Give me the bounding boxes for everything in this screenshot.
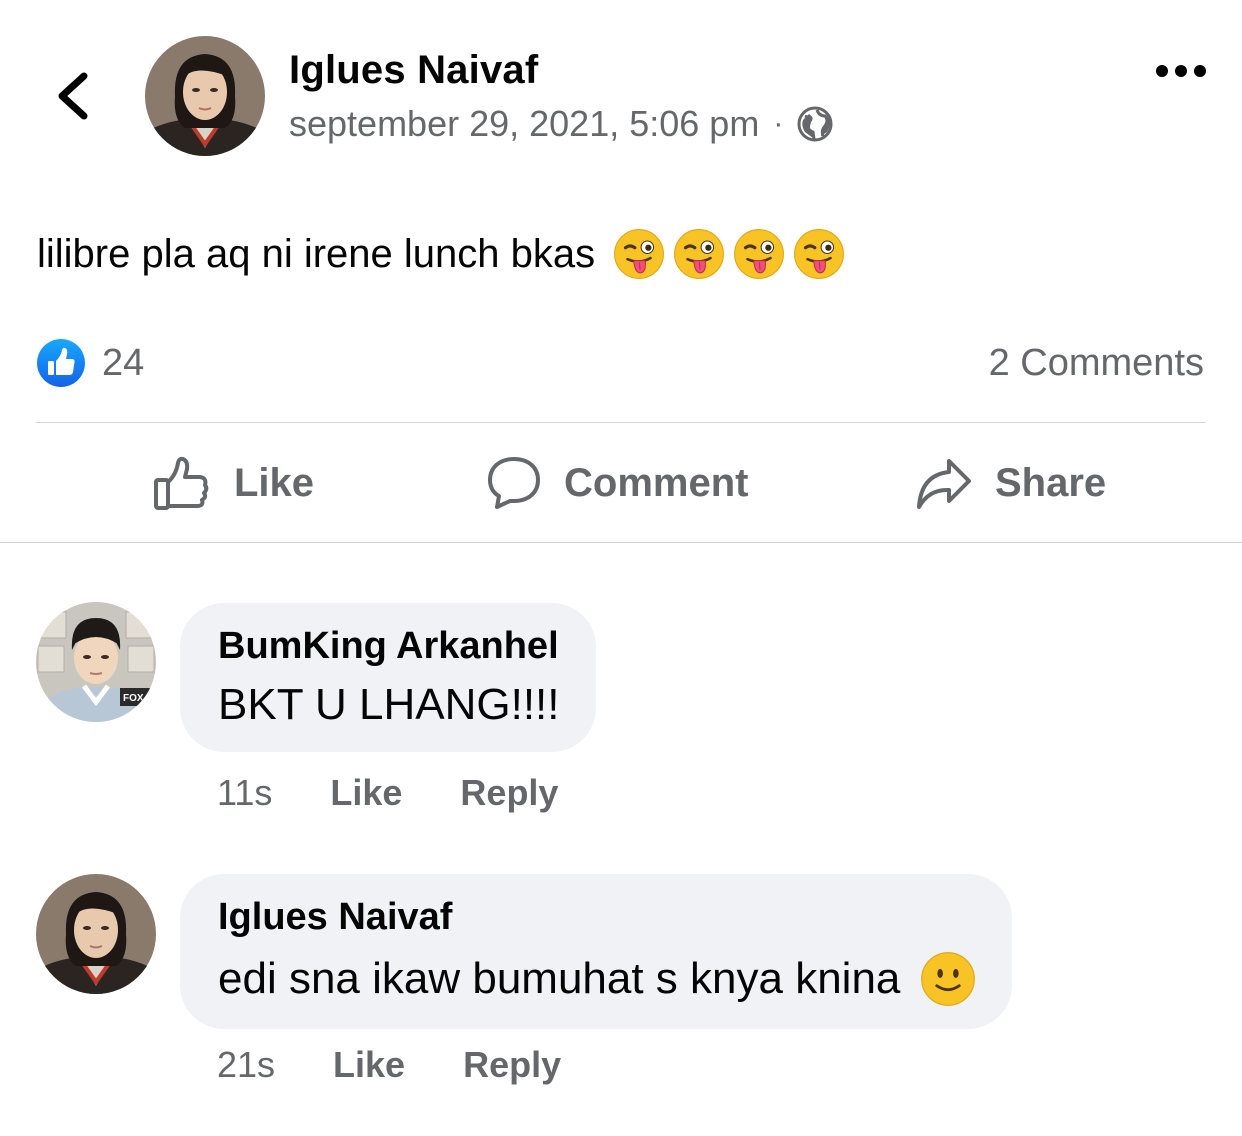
comment-bubble[interactable]: Iglues Naivaf edi sna ikaw bumuhat s kny… <box>180 874 1013 1029</box>
comment-actions: 21s Like Reply <box>217 1044 561 1086</box>
winking-face-with-tongue-icon <box>613 228 665 280</box>
chevron-left-icon <box>58 72 88 120</box>
share-arrow-icon <box>917 459 971 509</box>
like-button[interactable]: Like <box>152 450 314 516</box>
divider <box>36 422 1206 423</box>
comment-text: BKT U LHANG!!!! <box>218 680 560 730</box>
thumbs-up-icon <box>154 456 209 510</box>
like-reaction-icon <box>37 339 85 387</box>
comment-text-content: edi sna ikaw bumuhat s knya knina <box>218 954 901 1003</box>
comment-text: edi sna ikaw bumuhat s knya knina <box>218 951 976 1007</box>
winking-face-with-tongue-icon <box>733 228 785 280</box>
commenter-name[interactable]: Iglues Naivaf <box>218 896 976 939</box>
slightly-smiling-face-icon <box>920 951 976 1007</box>
comment-like-link[interactable]: Like <box>330 772 402 814</box>
post-timestamp[interactable]: september 29, 2021, 5:06 pm <box>289 103 759 145</box>
share-button[interactable]: Share <box>915 450 1106 516</box>
comment-like-link[interactable]: Like <box>333 1044 405 1086</box>
back-button[interactable] <box>52 70 92 122</box>
divider <box>0 542 1242 543</box>
globe-icon <box>797 106 833 142</box>
commenter-avatar[interactable] <box>36 874 156 994</box>
reaction-summary[interactable]: 24 <box>36 338 144 388</box>
comment-time: 11s <box>217 772 273 813</box>
commenter-avatar[interactable] <box>36 602 156 722</box>
comment-label: Comment <box>564 460 749 505</box>
post-text: lilibre pla aq ni irene lunch bkas <box>37 231 596 276</box>
winking-face-with-tongue-icon <box>793 228 845 280</box>
more-dots-icon <box>1156 65 1206 77</box>
author-avatar[interactable] <box>145 36 265 156</box>
commenter-name[interactable]: BumKing Arkanhel <box>218 625 560 668</box>
comment-button[interactable]: Comment <box>486 450 748 516</box>
meta-separator: · <box>773 107 784 140</box>
comment-time: 21s <box>217 1044 276 1085</box>
comment-reply-link[interactable]: Reply <box>463 1044 561 1086</box>
reaction-count: 24 <box>102 341 145 384</box>
post-body: lilibre pla aq ni irene lunch bkas <box>37 228 845 280</box>
post-author-name[interactable]: Iglues Naivaf <box>289 48 538 93</box>
more-options-button[interactable] <box>1155 60 1207 82</box>
post-meta: september 29, 2021, 5:06 pm · <box>289 103 833 145</box>
post-emojis <box>613 228 845 280</box>
comment-count[interactable]: 2 Comments <box>989 342 1204 385</box>
share-label: Share <box>995 460 1107 505</box>
like-label: Like <box>234 460 315 505</box>
comment-reply-link[interactable]: Reply <box>460 772 558 814</box>
comment-text-content: BKT U LHANG!!!! <box>218 680 560 729</box>
comment-bubble[interactable]: BumKing Arkanhel BKT U LHANG!!!! <box>180 603 596 752</box>
winking-face-with-tongue-icon <box>673 228 725 280</box>
comment-actions: 11s Like Reply <box>217 772 558 814</box>
speech-bubble-icon <box>488 457 540 509</box>
